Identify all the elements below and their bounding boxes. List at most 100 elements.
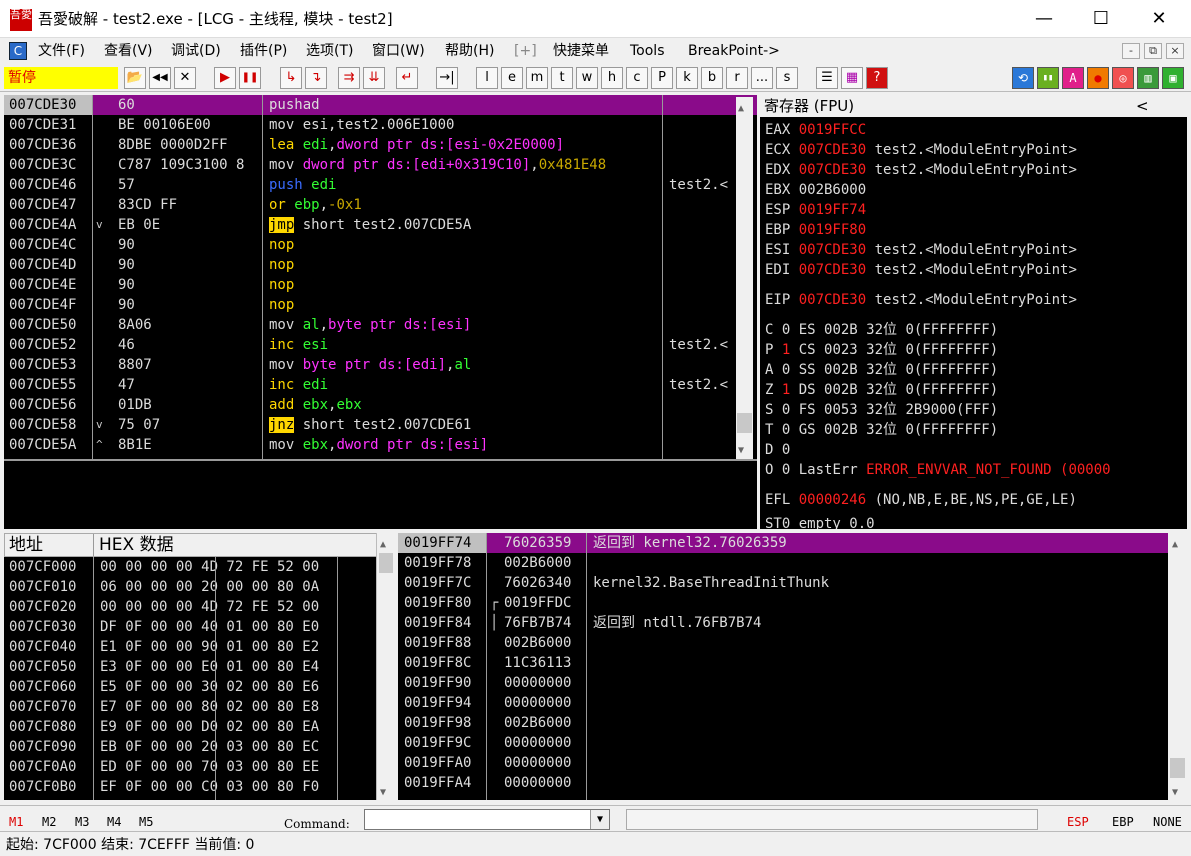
dump-col-hex[interactable]: HEX 数据 <box>99 534 174 556</box>
toolbar-threads-button[interactable]: t <box>551 67 573 89</box>
registers-pane[interactable]: EAX 0019FFCC ECX 007CDE30 test2.<ModuleEn… <box>760 95 1187 529</box>
plugin-a-icon[interactable]: A <box>1062 67 1084 89</box>
disasm-row[interactable]: 007CDE46 57 push edi test2.< <box>4 175 757 195</box>
efl-value[interactable]: 00000246 <box>799 492 866 508</box>
disasm-row[interactable]: 007CDE4A v EB 0E jmp short test2.007CDE5A <box>4 215 757 235</box>
tab-m5[interactable]: M5 <box>139 812 153 832</box>
scroll-down-icon[interactable]: ▼ <box>738 441 744 461</box>
scroll-up-icon[interactable]: ▲ <box>738 99 744 119</box>
goto-address-icon[interactable]: →| <box>436 67 458 89</box>
menu-view[interactable]: 查看(V) <box>104 42 153 60</box>
menu-window[interactable]: 窗口(W) <box>372 42 425 60</box>
mdi-restore-button[interactable]: ⧉ <box>1144 43 1162 59</box>
menu-help[interactable]: 帮助(H) <box>445 42 494 60</box>
plugin-record-icon[interactable]: ● <box>1087 67 1109 89</box>
restart-icon[interactable]: ◀◀ <box>149 67 171 89</box>
system-menu-icon[interactable]: C <box>9 42 27 60</box>
stack-row[interactable]: 0019FF98 002B6000 <box>398 713 1168 733</box>
disasm-row[interactable]: 007CDE53 8807 mov byte ptr ds:[edi],al <box>4 355 757 375</box>
plugin-refresh-icon[interactable]: ⟲ <box>1012 67 1034 89</box>
scroll-thumb[interactable] <box>737 413 752 433</box>
execute-till-return-icon[interactable]: ↵ <box>396 67 418 89</box>
menu-plugins[interactable]: 插件(P) <box>240 42 287 60</box>
command-input[interactable] <box>364 809 610 830</box>
appearance-icon[interactable]: ▦ <box>841 67 863 89</box>
stack-row[interactable]: 0019FF80 ┌ 0019FFDC <box>398 593 1168 613</box>
register-value[interactable]: 0019FFCC <box>799 122 866 138</box>
dump-row[interactable]: 007CF020 00 00 00 00 4D 72 FE 52 00 <box>4 597 376 617</box>
register-row[interactable]: EDX 007CDE30 test2.<ModuleEntryPoint> <box>765 160 1077 180</box>
register-value[interactable]: 007CDE30 <box>799 162 866 178</box>
step-into-icon[interactable]: ↳ <box>280 67 302 89</box>
disasm-row[interactable]: 007CDE31 BE 00106E00 mov esi,test2.006E100… <box>4 115 757 135</box>
stack-row[interactable]: 0019FF90 00000000 <box>398 673 1168 693</box>
disasm-row[interactable]: 007CDE52 46 inc esi test2.< <box>4 335 757 355</box>
dump-row[interactable]: 007CF0A0 ED 0F 00 00 70 03 00 80 EE <box>4 757 376 777</box>
plugin-box-icon[interactable]: ▣ <box>1162 67 1184 89</box>
stack-row[interactable]: 0019FF7C 76026340 kernel32.BaseThreadInitT… <box>398 573 1168 593</box>
stack-row[interactable]: 0019FF9C 00000000 <box>398 733 1168 753</box>
register-row[interactable]: EBX 002B6000 <box>765 180 866 200</box>
dump-row[interactable]: 007CF050 E3 0F 00 00 E0 01 00 80 E4 <box>4 657 376 677</box>
minimize-button[interactable]: — <box>1021 0 1067 38</box>
toolbar-breakpoints-button[interactable]: b <box>701 67 723 89</box>
dump-col-address[interactable]: 地址 <box>9 534 43 556</box>
register-row[interactable]: ECX 007CDE30 test2.<ModuleEntryPoint> <box>765 140 1077 160</box>
stack-row[interactable]: 0019FF94 00000000 <box>398 693 1168 713</box>
toolbar-runtrace-button[interactable]: ... <box>751 67 773 89</box>
scroll-thumb[interactable] <box>1170 758 1185 778</box>
tab-m4[interactable]: M4 <box>107 812 121 832</box>
register-value[interactable]: 007CDE30 <box>799 142 866 158</box>
register-row[interactable]: EDI 007CDE30 test2.<ModuleEntryPoint> <box>765 260 1077 280</box>
stack-row[interactable]: 0019FFA0 00000000 <box>398 753 1168 773</box>
toolbar-windows-button[interactable]: w <box>576 67 598 89</box>
trace-over-icon[interactable]: ⇊ <box>363 67 385 89</box>
plugin-target-icon[interactable]: ◎ <box>1112 67 1134 89</box>
stack-row[interactable]: 0019FFA4 00000000 <box>398 773 1168 793</box>
register-value[interactable]: 002B6000 <box>799 182 866 198</box>
register-value[interactable]: 007CDE30 <box>799 292 866 308</box>
menu-breakpoint[interactable]: BreakPoint-> <box>688 42 780 60</box>
stack-row[interactable]: 0019FF8C 11C36113 <box>398 653 1168 673</box>
flag-row[interactable]: P 1 CS 0023 32位 0(FFFFFFFF) <box>765 340 998 360</box>
step-over-icon[interactable]: ↴ <box>305 67 327 89</box>
trace-into-icon[interactable]: ⇉ <box>338 67 360 89</box>
help-icon[interactable]: ? <box>866 67 888 89</box>
register-value[interactable]: 0019FF74 <box>799 202 866 218</box>
register-row[interactable]: ESP 0019FF74 <box>765 200 866 220</box>
close-process-icon[interactable]: ✕ <box>174 67 196 89</box>
disasm-row[interactable]: 007CDE47 83CD FF or ebp,-0x1 <box>4 195 757 215</box>
tab-m3[interactable]: M3 <box>75 812 89 832</box>
tab-m1[interactable]: M1 <box>9 812 23 832</box>
disasm-row[interactable]: 007CDE30 60 pushad <box>4 95 757 115</box>
dump-row[interactable]: 007CF070 E7 0F 00 00 80 02 00 80 E8 <box>4 697 376 717</box>
register-row[interactable]: EBP 0019FF80 <box>765 220 866 240</box>
disasm-row[interactable]: 007CDE5A ^ 8B1E mov ebx,dword ptr ds:[esi] <box>4 435 757 455</box>
menu-shortcuts[interactable]: 快捷菜单 <box>553 42 609 60</box>
flag-row[interactable]: O 0 LastErr ERROR_ENVVAR_NOT_FOUND (0000… <box>765 460 1111 480</box>
stack-row[interactable]: 0019FF84 │ 76FB7B74 返回到 ntdll.76FB7B74 <box>398 613 1168 633</box>
disasm-row[interactable]: 007CDE3C C787 109C3100 8 mov dword ptr ds:… <box>4 155 757 175</box>
efl-row[interactable]: EFL 00000246 (NO,NB,E,BE,NS,PE,GE,LE) <box>765 490 1077 510</box>
close-button[interactable]: ✕ <box>1136 0 1182 38</box>
menu-file[interactable]: 文件(F) <box>38 42 85 60</box>
toolbar-modules-button[interactable]: e <box>501 67 523 89</box>
disasm-row[interactable]: 007CDE36 8DBE 0000D2FF lea edi,dword ptr d… <box>4 135 757 155</box>
dump-row[interactable]: 007CF010 06 00 00 00 20 00 00 80 0A <box>4 577 376 597</box>
disasm-row[interactable]: 007CDE56 01DB add ebx,ebx <box>4 395 757 415</box>
disasm-row[interactable]: 007CDE58 v 75 07 jnz short test2.007CDE61 <box>4 415 757 435</box>
flag-value[interactable]: 0 <box>782 442 790 458</box>
disasm-row[interactable]: 007CDE4C 90 nop <box>4 235 757 255</box>
disasm-row[interactable]: 007CDE4F 90 nop <box>4 295 757 315</box>
flag-row[interactable]: A 0 SS 002B 32位 0(FFFFFFFF) <box>765 360 998 380</box>
plugin-pause-icon[interactable]: ▮▮ <box>1037 67 1059 89</box>
disasm-row[interactable]: 007CDE55 47 inc edi test2.< <box>4 375 757 395</box>
dump-row[interactable]: 007CF0B0 EF 0F 00 00 C0 03 00 80 F0 <box>4 777 376 797</box>
stack-pane[interactable]: 0019FF74 76026359 返回到 kernel32.76026359 001… <box>398 533 1168 800</box>
scroll-up-icon[interactable]: ▲ <box>1172 535 1178 555</box>
register-value[interactable]: 0019FF80 <box>799 222 866 238</box>
disasm-row[interactable]: 007CDE4D 90 nop <box>4 255 757 275</box>
menu-tools[interactable]: Tools <box>630 42 665 60</box>
plugin-grid-icon[interactable]: ▥ <box>1137 67 1159 89</box>
menu-options[interactable]: 选项(T) <box>306 42 353 60</box>
